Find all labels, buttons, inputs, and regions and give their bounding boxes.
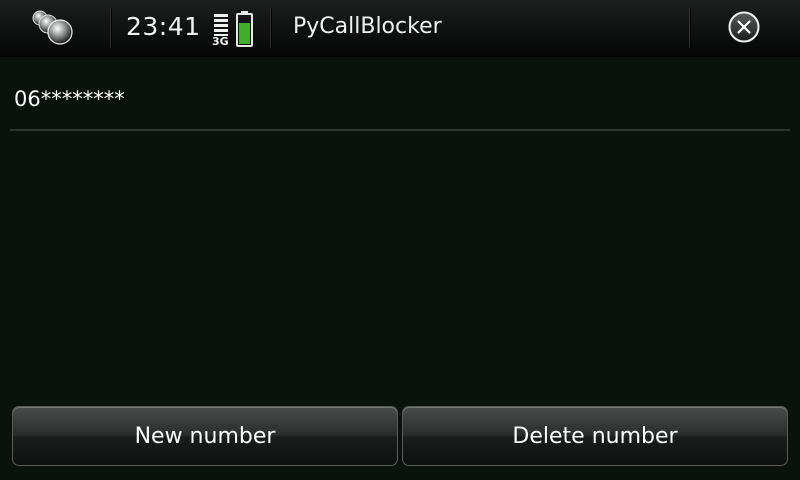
list-item-label: 06******** [14, 87, 125, 111]
new-number-label: New number [134, 424, 276, 449]
delete-number-button[interactable]: Delete number [402, 406, 788, 466]
list-item[interactable]: 06******** [10, 74, 790, 131]
divider [270, 8, 271, 48]
network-type-label: 3G [212, 35, 229, 48]
title-bar: 23:41 3G PyCallBlocker [0, 0, 800, 57]
divider [689, 8, 690, 48]
task-switcher-icon[interactable] [28, 6, 80, 46]
divider [110, 8, 111, 48]
close-icon [728, 11, 760, 43]
battery-icon [235, 11, 255, 47]
clock: 23:41 [126, 12, 201, 41]
app-title: PyCallBlocker [293, 14, 442, 39]
close-button[interactable] [727, 10, 761, 44]
delete-number-label: Delete number [512, 424, 678, 449]
blocked-number-list: 06******** [10, 74, 790, 131]
new-number-button[interactable]: New number [12, 406, 398, 466]
app-window: 23:41 3G PyCallBlocker 06******** New nu… [0, 0, 800, 480]
